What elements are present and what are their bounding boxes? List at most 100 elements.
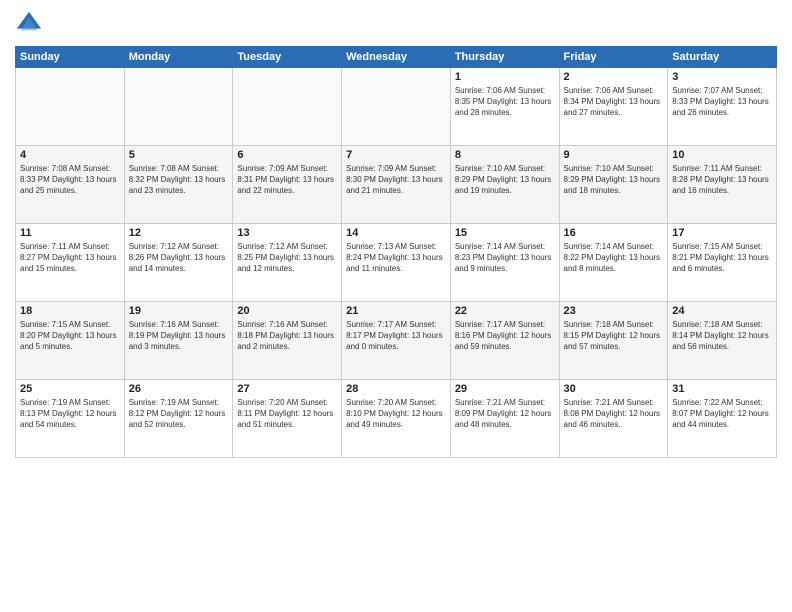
calendar-cell: 12 Sunrise: 7:12 AM Sunset: 8:26 PM Dayli… [124,224,233,302]
day-number: 8 [455,149,555,161]
calendar-cell [16,68,125,146]
day-number: 27 [237,383,337,395]
header [15,10,777,38]
calendar-cell: 8 Sunrise: 7:10 AM Sunset: 8:29 PM Daylig… [450,146,559,224]
calendar-cell: 2Sunrise: 7:06 AM Sunset: 8:34 PM Daylig… [559,68,668,146]
calendar-cell: 16Sunrise: 7:14 AM Sunset: 8:22 PM Dayli… [559,224,668,302]
calendar-cell: 19 Sunrise: 7:16 AM Sunset: 8:19 PM Dayli… [124,302,233,380]
week-row-2: 4 Sunrise: 7:08 AM Sunset: 8:33 PM Daylig… [16,146,777,224]
day-number: 28 [346,383,446,395]
day-info: Sunrise: 7:18 AM Sunset: 8:15 PM Dayligh… [564,319,664,353]
day-number: 13 [237,227,337,239]
calendar-cell: 1 Sunrise: 7:06 AM Sunset: 8:35 PM Daylig… [450,68,559,146]
day-info: Sunrise: 7:13 AM Sunset: 8:24 PM Dayligh… [346,241,446,275]
calendar-cell: 28 Sunrise: 7:20 AM Sunset: 8:10 PM Dayli… [342,380,451,458]
day-number: 12 [129,227,229,239]
day-number: 18 [20,305,120,317]
calendar-cell: 15 Sunrise: 7:14 AM Sunset: 8:23 PM Dayli… [450,224,559,302]
calendar: SundayMondayTuesdayWednesdayThursdayFrid… [15,46,777,458]
day-number: 10 [672,149,772,161]
page: SundayMondayTuesdayWednesdayThursdayFrid… [0,0,792,612]
day-number: 1 [455,71,555,83]
calendar-cell: 5 Sunrise: 7:08 AM Sunset: 8:32 PM Daylig… [124,146,233,224]
day-info: Sunrise: 7:20 AM Sunset: 8:10 PM Dayligh… [346,397,446,431]
week-row-4: 18 Sunrise: 7:15 AM Sunset: 8:20 PM Dayli… [16,302,777,380]
calendar-cell: 14Sunrise: 7:13 AM Sunset: 8:24 PM Dayli… [342,224,451,302]
calendar-cell: 23 Sunrise: 7:18 AM Sunset: 8:15 PM Dayli… [559,302,668,380]
header-row: SundayMondayTuesdayWednesdayThursdayFrid… [16,47,777,68]
day-header-wednesday: Wednesday [342,47,451,68]
day-number: 7 [346,149,446,161]
day-number: 16 [564,227,664,239]
day-header-thursday: Thursday [450,47,559,68]
calendar-cell: 27 Sunrise: 7:20 AM Sunset: 8:11 PM Dayli… [233,380,342,458]
day-info: Sunrise: 7:19 AM Sunset: 8:12 PM Dayligh… [129,397,229,431]
day-info: Sunrise: 7:09 AM Sunset: 8:31 PM Dayligh… [237,163,337,197]
calendar-cell: 26 Sunrise: 7:19 AM Sunset: 8:12 PM Dayli… [124,380,233,458]
day-info: Sunrise: 7:21 AM Sunset: 8:08 PM Dayligh… [564,397,664,431]
day-info: Sunrise: 7:16 AM Sunset: 8:18 PM Dayligh… [237,319,337,353]
day-number: 22 [455,305,555,317]
day-info: Sunrise: 7:09 AM Sunset: 8:30 PM Dayligh… [346,163,446,197]
day-number: 11 [20,227,120,239]
day-number: 20 [237,305,337,317]
day-number: 26 [129,383,229,395]
day-number: 15 [455,227,555,239]
calendar-cell: 3 Sunrise: 7:07 AM Sunset: 8:33 PM Daylig… [668,68,777,146]
day-info: Sunrise: 7:12 AM Sunset: 8:25 PM Dayligh… [237,241,337,275]
day-number: 23 [564,305,664,317]
day-info: Sunrise: 7:10 AM Sunset: 8:29 PM Dayligh… [455,163,555,197]
calendar-cell: 18 Sunrise: 7:15 AM Sunset: 8:20 PM Dayli… [16,302,125,380]
logo-icon [15,10,43,38]
day-number: 17 [672,227,772,239]
day-info: Sunrise: 7:19 AM Sunset: 8:13 PM Dayligh… [20,397,120,431]
day-number: 19 [129,305,229,317]
day-info: Sunrise: 7:15 AM Sunset: 8:21 PM Dayligh… [672,241,772,275]
calendar-cell: 24Sunrise: 7:18 AM Sunset: 8:14 PM Dayli… [668,302,777,380]
calendar-cell: 7 Sunrise: 7:09 AM Sunset: 8:30 PM Daylig… [342,146,451,224]
day-number: 3 [672,71,772,83]
calendar-cell: 30 Sunrise: 7:21 AM Sunset: 8:08 PM Dayli… [559,380,668,458]
day-info: Sunrise: 7:08 AM Sunset: 8:32 PM Dayligh… [129,163,229,197]
day-info: Sunrise: 7:08 AM Sunset: 8:33 PM Dayligh… [20,163,120,197]
calendar-cell: 21 Sunrise: 7:17 AM Sunset: 8:17 PM Dayli… [342,302,451,380]
day-header-sunday: Sunday [16,47,125,68]
calendar-cell: 6 Sunrise: 7:09 AM Sunset: 8:31 PM Daylig… [233,146,342,224]
day-info: Sunrise: 7:14 AM Sunset: 8:23 PM Dayligh… [455,241,555,275]
week-row-1: 1 Sunrise: 7:06 AM Sunset: 8:35 PM Daylig… [16,68,777,146]
calendar-cell [342,68,451,146]
day-number: 29 [455,383,555,395]
day-header-tuesday: Tuesday [233,47,342,68]
day-info: Sunrise: 7:10 AM Sunset: 8:29 PM Dayligh… [564,163,664,197]
day-info: Sunrise: 7:18 AM Sunset: 8:14 PM Dayligh… [672,319,772,353]
day-info: Sunrise: 7:06 AM Sunset: 8:35 PM Dayligh… [455,85,555,119]
day-info: Sunrise: 7:12 AM Sunset: 8:26 PM Dayligh… [129,241,229,275]
calendar-cell: 17 Sunrise: 7:15 AM Sunset: 8:21 PM Dayli… [668,224,777,302]
day-info: Sunrise: 7:07 AM Sunset: 8:33 PM Dayligh… [672,85,772,119]
day-info: Sunrise: 7:20 AM Sunset: 8:11 PM Dayligh… [237,397,337,431]
day-number: 25 [20,383,120,395]
day-info: Sunrise: 7:17 AM Sunset: 8:16 PM Dayligh… [455,319,555,353]
week-row-3: 11Sunrise: 7:11 AM Sunset: 8:27 PM Dayli… [16,224,777,302]
calendar-cell [124,68,233,146]
day-number: 4 [20,149,120,161]
calendar-cell: 22 Sunrise: 7:17 AM Sunset: 8:16 PM Dayli… [450,302,559,380]
calendar-cell: 13 Sunrise: 7:12 AM Sunset: 8:25 PM Dayli… [233,224,342,302]
day-info: Sunrise: 7:16 AM Sunset: 8:19 PM Dayligh… [129,319,229,353]
calendar-cell: 10 Sunrise: 7:11 AM Sunset: 8:28 PM Dayli… [668,146,777,224]
day-number: 5 [129,149,229,161]
day-number: 6 [237,149,337,161]
day-info: Sunrise: 7:15 AM Sunset: 8:20 PM Dayligh… [20,319,120,353]
day-header-monday: Monday [124,47,233,68]
day-info: Sunrise: 7:21 AM Sunset: 8:09 PM Dayligh… [455,397,555,431]
week-row-5: 25 Sunrise: 7:19 AM Sunset: 8:13 PM Dayli… [16,380,777,458]
day-number: 21 [346,305,446,317]
day-number: 9 [564,149,664,161]
day-number: 30 [564,383,664,395]
day-info: Sunrise: 7:17 AM Sunset: 8:17 PM Dayligh… [346,319,446,353]
day-info: Sunrise: 7:11 AM Sunset: 8:28 PM Dayligh… [672,163,772,197]
calendar-cell: 20 Sunrise: 7:16 AM Sunset: 8:18 PM Dayli… [233,302,342,380]
day-header-friday: Friday [559,47,668,68]
calendar-cell: 11Sunrise: 7:11 AM Sunset: 8:27 PM Dayli… [16,224,125,302]
calendar-cell: 29 Sunrise: 7:21 AM Sunset: 8:09 PM Dayli… [450,380,559,458]
